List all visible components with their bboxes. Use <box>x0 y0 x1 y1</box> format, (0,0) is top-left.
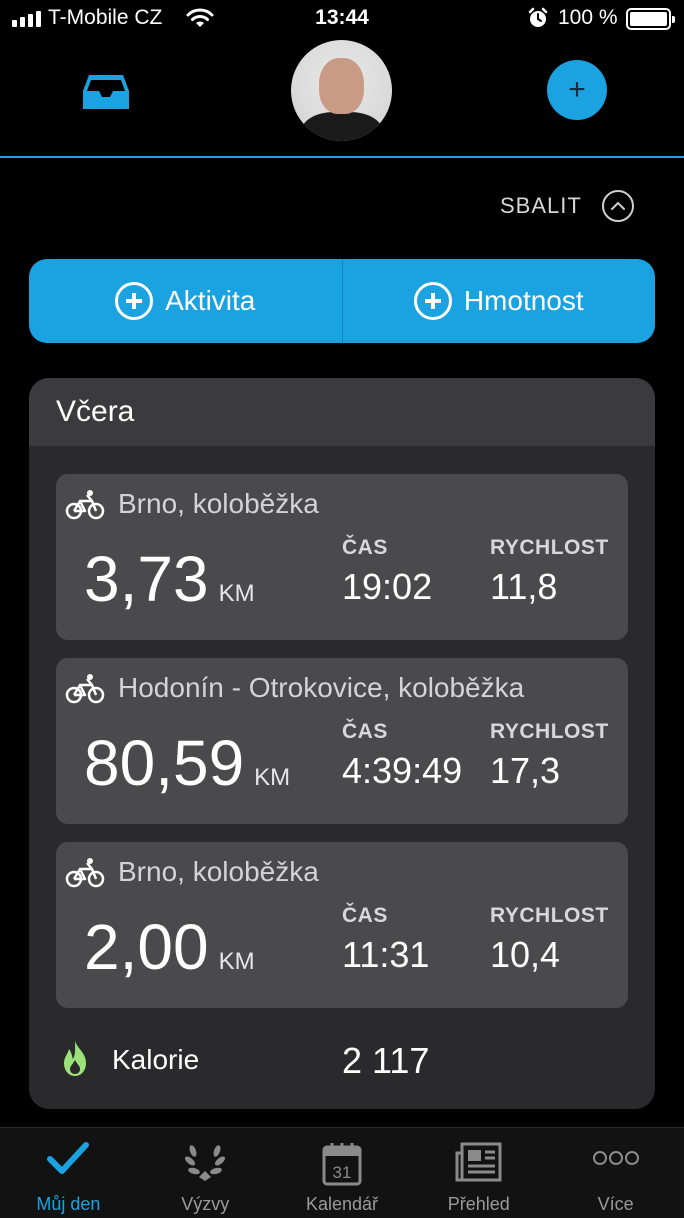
tab-calendar[interactable]: 31 Kalendář <box>274 1128 411 1218</box>
calories-row[interactable]: Kalorie 2 117 <box>29 1038 655 1088</box>
activity-card[interactable]: Brno, koloběžka 3,73 KM ČAS 19:02 RYCHLO… <box>56 474 628 640</box>
tab-overview[interactable]: Přehled <box>410 1128 547 1218</box>
distance-value: 80,59 <box>84 727 245 799</box>
time-label: ČAS <box>342 720 388 743</box>
plus-icon: + <box>568 73 586 106</box>
distance-unit: KM <box>254 764 291 791</box>
avatar[interactable] <box>291 40 392 141</box>
battery-icon <box>626 8 675 30</box>
inbox-icon[interactable] <box>81 73 131 116</box>
bike-icon <box>65 857 105 894</box>
more-icon <box>592 1150 640 1171</box>
distance-value: 2,00 <box>84 911 209 983</box>
tab-more[interactable]: Více <box>547 1128 684 1218</box>
activity-title: Brno, koloběžka <box>118 856 319 887</box>
speed-label: RYCHLOST <box>490 904 609 927</box>
activity-distance: 2,00 KM <box>84 910 255 984</box>
newspaper-icon <box>455 1141 503 1188</box>
add-activity-button[interactable]: Aktivita <box>29 259 342 343</box>
distance-value: 3,73 <box>84 543 209 615</box>
speed-value: 11,8 <box>490 566 558 607</box>
quick-add-bar: Aktivita Hmotnost <box>29 259 655 343</box>
time-value: 19:02 <box>342 566 433 607</box>
add-weight-button[interactable]: Hmotnost <box>341 259 656 343</box>
flame-icon <box>60 1038 90 1083</box>
tab-label: Přehled <box>447 1194 510 1214</box>
bike-icon <box>65 489 105 526</box>
activity-title: Hodonín - Otrokovice, koloběžka <box>118 672 525 703</box>
circle-plus-icon <box>413 282 452 320</box>
collapse-button[interactable]: SBALIT <box>500 188 634 224</box>
battery-percentage: 100 % <box>558 6 618 29</box>
time-label: ČAS <box>342 536 388 559</box>
distance-unit: KM <box>218 580 255 607</box>
speed-value: 17,3 <box>490 750 561 791</box>
tab-bar: Můj den Výzvy 31 Kalendář Přehled Více <box>0 1127 684 1218</box>
collapse-label: SBALIT <box>500 193 582 218</box>
tab-my-day[interactable]: Můj den <box>0 1128 137 1218</box>
checkmark-icon <box>46 1141 90 1182</box>
distance-unit: KM <box>218 948 255 975</box>
bike-icon <box>65 673 105 710</box>
day-card: Včera Brno, koloběžka 3,73 KM ČAS 19:02 … <box>29 378 655 1109</box>
calendar-icon: 31 <box>321 1141 363 1192</box>
speed-label: RYCHLOST <box>490 720 609 743</box>
time-label: ČAS <box>342 904 388 927</box>
speed-label: RYCHLOST <box>490 536 609 559</box>
add-weight-label: Hmotnost <box>463 285 584 316</box>
tab-label: Výzvy <box>181 1194 230 1214</box>
activity-card[interactable]: Brno, koloběžka 2,00 KM ČAS 11:31 RYCHLO… <box>56 842 628 1008</box>
tab-challenges[interactable]: Výzvy <box>137 1128 274 1218</box>
chevron-up-icon <box>601 190 634 222</box>
day-title: Včera <box>29 378 655 446</box>
activity-distance: 80,59 KM <box>84 726 290 800</box>
speed-value: 10,4 <box>490 934 561 975</box>
laurel-icon <box>181 1141 229 1188</box>
app-header: + <box>0 40 684 158</box>
tab-label: Můj den <box>36 1194 101 1214</box>
circle-plus-icon <box>115 282 154 320</box>
activity-distance: 3,73 KM <box>84 542 255 616</box>
tab-label: Více <box>597 1194 634 1214</box>
time-value: 4:39:49 <box>342 750 463 791</box>
add-activity-label: Aktivita <box>165 285 256 316</box>
add-button[interactable]: + <box>547 60 607 120</box>
calories-label: Kalorie <box>112 1044 200 1075</box>
calories-value: 2 117 <box>342 1040 430 1081</box>
alarm-icon <box>527 7 549 34</box>
activity-title: Brno, koloběžka <box>118 488 319 519</box>
status-bar: T-Mobile CZ 13:44 100 % <box>0 0 684 40</box>
tab-label: Kalendář <box>305 1194 379 1214</box>
svg-text:31: 31 <box>333 1163 352 1182</box>
activity-card[interactable]: Hodonín - Otrokovice, koloběžka 80,59 KM… <box>56 658 628 824</box>
time-value: 11:31 <box>342 934 430 975</box>
